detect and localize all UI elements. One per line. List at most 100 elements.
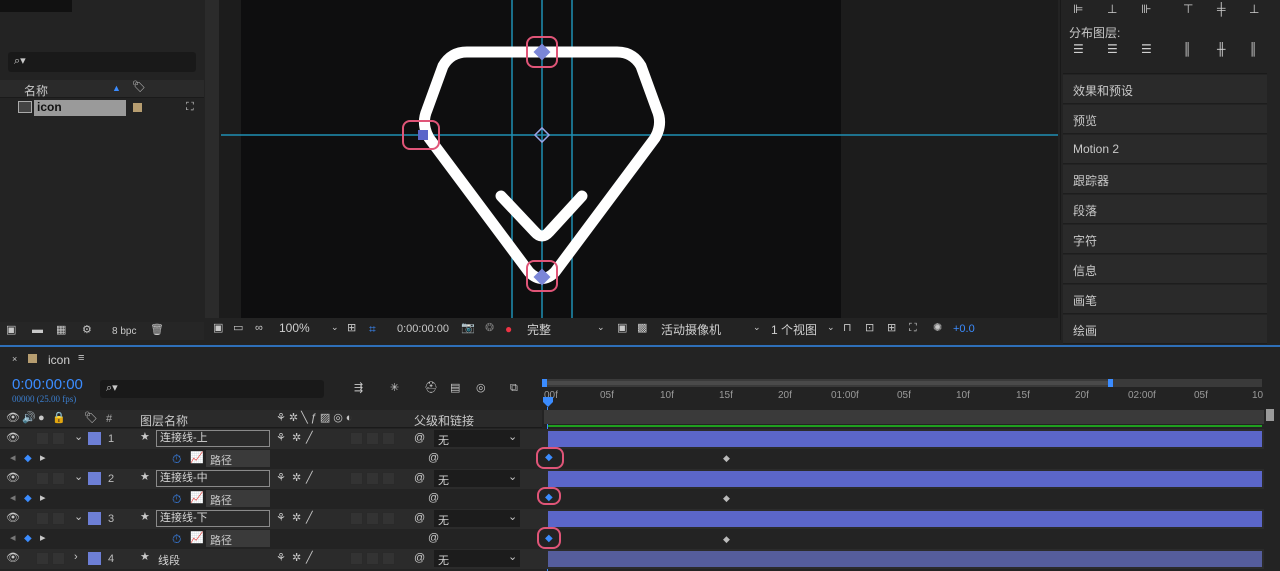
panel-motion2[interactable]: Motion 2 — [1063, 135, 1267, 164]
keyframe-end[interactable]: ◆ — [723, 493, 730, 504]
stopwatch-icon[interactable]: ⏱ — [172, 452, 181, 467]
project-col-name[interactable]: 名称 — [24, 82, 48, 99]
property-name[interactable]: 路径 — [206, 490, 270, 507]
label-tag-icon[interactable]: 🏷 — [132, 82, 146, 93]
panel-brushes[interactable]: 画笔 — [1063, 285, 1267, 314]
column-layer-name[interactable]: 图层名称 — [140, 412, 188, 429]
timeline-tab[interactable]: × icon ≡ — [0, 349, 120, 369]
timeline-tab-name[interactable]: icon — [48, 353, 70, 367]
label-tag-icon[interactable]: 🏷 — [84, 413, 98, 424]
chevron-down-icon[interactable]: ⌄ — [508, 512, 517, 523]
collapse-switch-icon[interactable]: ✲ — [292, 553, 301, 564]
panel-paragraph[interactable]: 段落 — [1063, 195, 1267, 224]
collapse-switch-icon[interactable]: ✲ — [292, 473, 301, 484]
flowchart-icon[interactable]: ⛶ — [909, 323, 917, 334]
align-left-icon[interactable]: ⊫ — [1073, 2, 1083, 16]
shy-switch-icon[interactable]: ⚘ — [276, 433, 286, 444]
camera-snapshot-icon[interactable]: 📷 — [461, 323, 475, 334]
work-area-range[interactable] — [544, 381, 1112, 385]
work-area-bar[interactable] — [542, 379, 1262, 387]
project-item-row[interactable]: icon ⛶ — [0, 99, 204, 117]
solo-toggle[interactable] — [36, 432, 49, 445]
layer-label-color[interactable] — [88, 432, 101, 445]
layer-duration-bar[interactable] — [548, 431, 1262, 447]
add-keyframe-icon[interactable]: ◆ — [24, 453, 32, 464]
collapse-switch-icon[interactable]: ✲ — [292, 513, 301, 524]
layer-duration-bar[interactable] — [548, 551, 1262, 567]
solo-toggle[interactable] — [36, 472, 49, 485]
shy-switch-icon[interactable]: ⚘ — [276, 473, 286, 484]
previous-keyframe-icon[interactable]: ◂ — [10, 493, 16, 504]
stopwatch-icon[interactable]: ⏱ — [172, 492, 181, 507]
comp-end-marker[interactable] — [1266, 409, 1274, 421]
quality-select[interactable]: 完整 ⌄ — [527, 321, 611, 337]
pick-whip-icon[interactable]: @ — [414, 513, 425, 524]
layer-name[interactable]: 连接线-下 — [156, 510, 270, 527]
composition-mini-flowchart-icon[interactable]: ⇶ — [354, 383, 363, 394]
close-icon[interactable]: × — [12, 355, 17, 364]
new-folder-icon[interactable]: ▬ — [32, 325, 43, 336]
layer-label-color[interactable] — [88, 512, 101, 525]
graph-icon[interactable]: 📈 — [190, 453, 204, 464]
eye-icon[interactable]: 👁 — [6, 433, 20, 444]
mask-path-icon[interactable]: ▩ — [637, 323, 647, 334]
chevron-down-icon[interactable]: ⌄ — [74, 472, 83, 483]
pick-whip-icon[interactable]: @ — [414, 433, 425, 444]
distribute-right-icon[interactable]: ║ — [1249, 42, 1258, 56]
exposure-value[interactable]: +0.0 — [953, 323, 975, 335]
chevron-down-icon[interactable]: ⌄ — [508, 552, 517, 563]
column-parent-link[interactable]: 父级和链接 — [414, 412, 474, 429]
keyframe-end[interactable]: ◆ — [723, 453, 730, 464]
draft-3d-icon[interactable]: ✳ — [390, 383, 399, 394]
quality-switch-icon[interactable]: ╱ — [306, 553, 313, 564]
next-keyframe-icon[interactable]: ▸ — [40, 493, 46, 504]
motion-blur-switch[interactable] — [382, 552, 395, 565]
panel-paint[interactable]: 绘画 — [1063, 315, 1267, 344]
lock-toggle[interactable] — [52, 512, 65, 525]
graph-editor-icon[interactable]: ⧉ — [510, 383, 518, 394]
previous-keyframe-icon[interactable]: ◂ — [10, 453, 16, 464]
frame-blend-switch[interactable] — [366, 552, 379, 565]
expression-pick-whip-icon[interactable]: @ — [428, 453, 439, 464]
layer-name[interactable]: 连接线-中 — [156, 470, 270, 487]
time-ruler[interactable]: 00f 05f 10f 15f 20f 01:00f 05f 10f 15f 2… — [542, 389, 1263, 407]
chevron-down-icon[interactable]: ⌄ — [74, 432, 83, 443]
shy-layers-icon[interactable]: ⛑ — [424, 383, 438, 394]
chevron-down-icon[interactable]: ⌄ — [508, 472, 517, 483]
panel-character[interactable]: 字符 — [1063, 225, 1267, 254]
viewer-timecode[interactable]: 0:00:00:00 — [397, 323, 449, 335]
layer-duration-bar[interactable] — [548, 471, 1262, 487]
eye-icon[interactable]: 👁 — [6, 473, 20, 484]
chevron-down-icon[interactable]: ⌄ — [508, 432, 517, 443]
solo-toggle[interactable] — [36, 512, 49, 525]
layer-label-color[interactable] — [88, 552, 101, 565]
stopwatch-icon[interactable]: ⏱ — [172, 532, 181, 547]
property-row[interactable]: ◂ ◆ ▸ ⏱ 📈 路径 @ — [0, 489, 1264, 509]
align-vertical-center-icon[interactable]: ╪ — [1217, 2, 1226, 16]
monitor-icon[interactable]: ▭ — [233, 323, 243, 334]
align-horizontal-center-icon[interactable]: ⊥ — [1107, 2, 1117, 16]
work-area-start-handle[interactable] — [542, 379, 547, 387]
add-keyframe-icon[interactable]: ◆ — [24, 493, 32, 504]
pick-whip-icon[interactable]: @ — [414, 553, 425, 564]
effects-switch[interactable] — [350, 552, 363, 565]
property-name[interactable]: 路径 — [206, 450, 270, 467]
solo-toggle[interactable] — [36, 552, 49, 565]
label-color-swatch[interactable] — [133, 103, 142, 112]
frame-blend-switch[interactable] — [366, 512, 379, 525]
align-right-icon[interactable]: ⊪ — [1141, 2, 1151, 16]
panel-preview[interactable]: 预览 — [1063, 105, 1267, 134]
property-row[interactable]: ◂ ◆ ▸ ⏱ 📈 路径 @ — [0, 449, 1264, 469]
fast-preview-icon[interactable]: ⊡ — [865, 323, 874, 334]
bit-depth-button[interactable]: 8 bpc — [112, 326, 136, 337]
panel-tracker[interactable]: 跟踪器 — [1063, 165, 1267, 194]
solo-icon[interactable]: ● — [38, 413, 45, 424]
expression-pick-whip-icon[interactable]: @ — [428, 493, 439, 504]
keyframe-end[interactable]: ◆ — [723, 534, 730, 545]
expression-pick-whip-icon[interactable]: @ — [428, 533, 439, 544]
layer-name[interactable]: 线段 — [158, 552, 180, 568]
reset-exposure-icon[interactable]: ✺ — [933, 323, 942, 334]
layer-label-color[interactable] — [88, 472, 101, 485]
menu-icon[interactable]: ≡ — [78, 353, 84, 364]
distribute-top-icon[interactable]: ☰ — [1073, 42, 1084, 56]
